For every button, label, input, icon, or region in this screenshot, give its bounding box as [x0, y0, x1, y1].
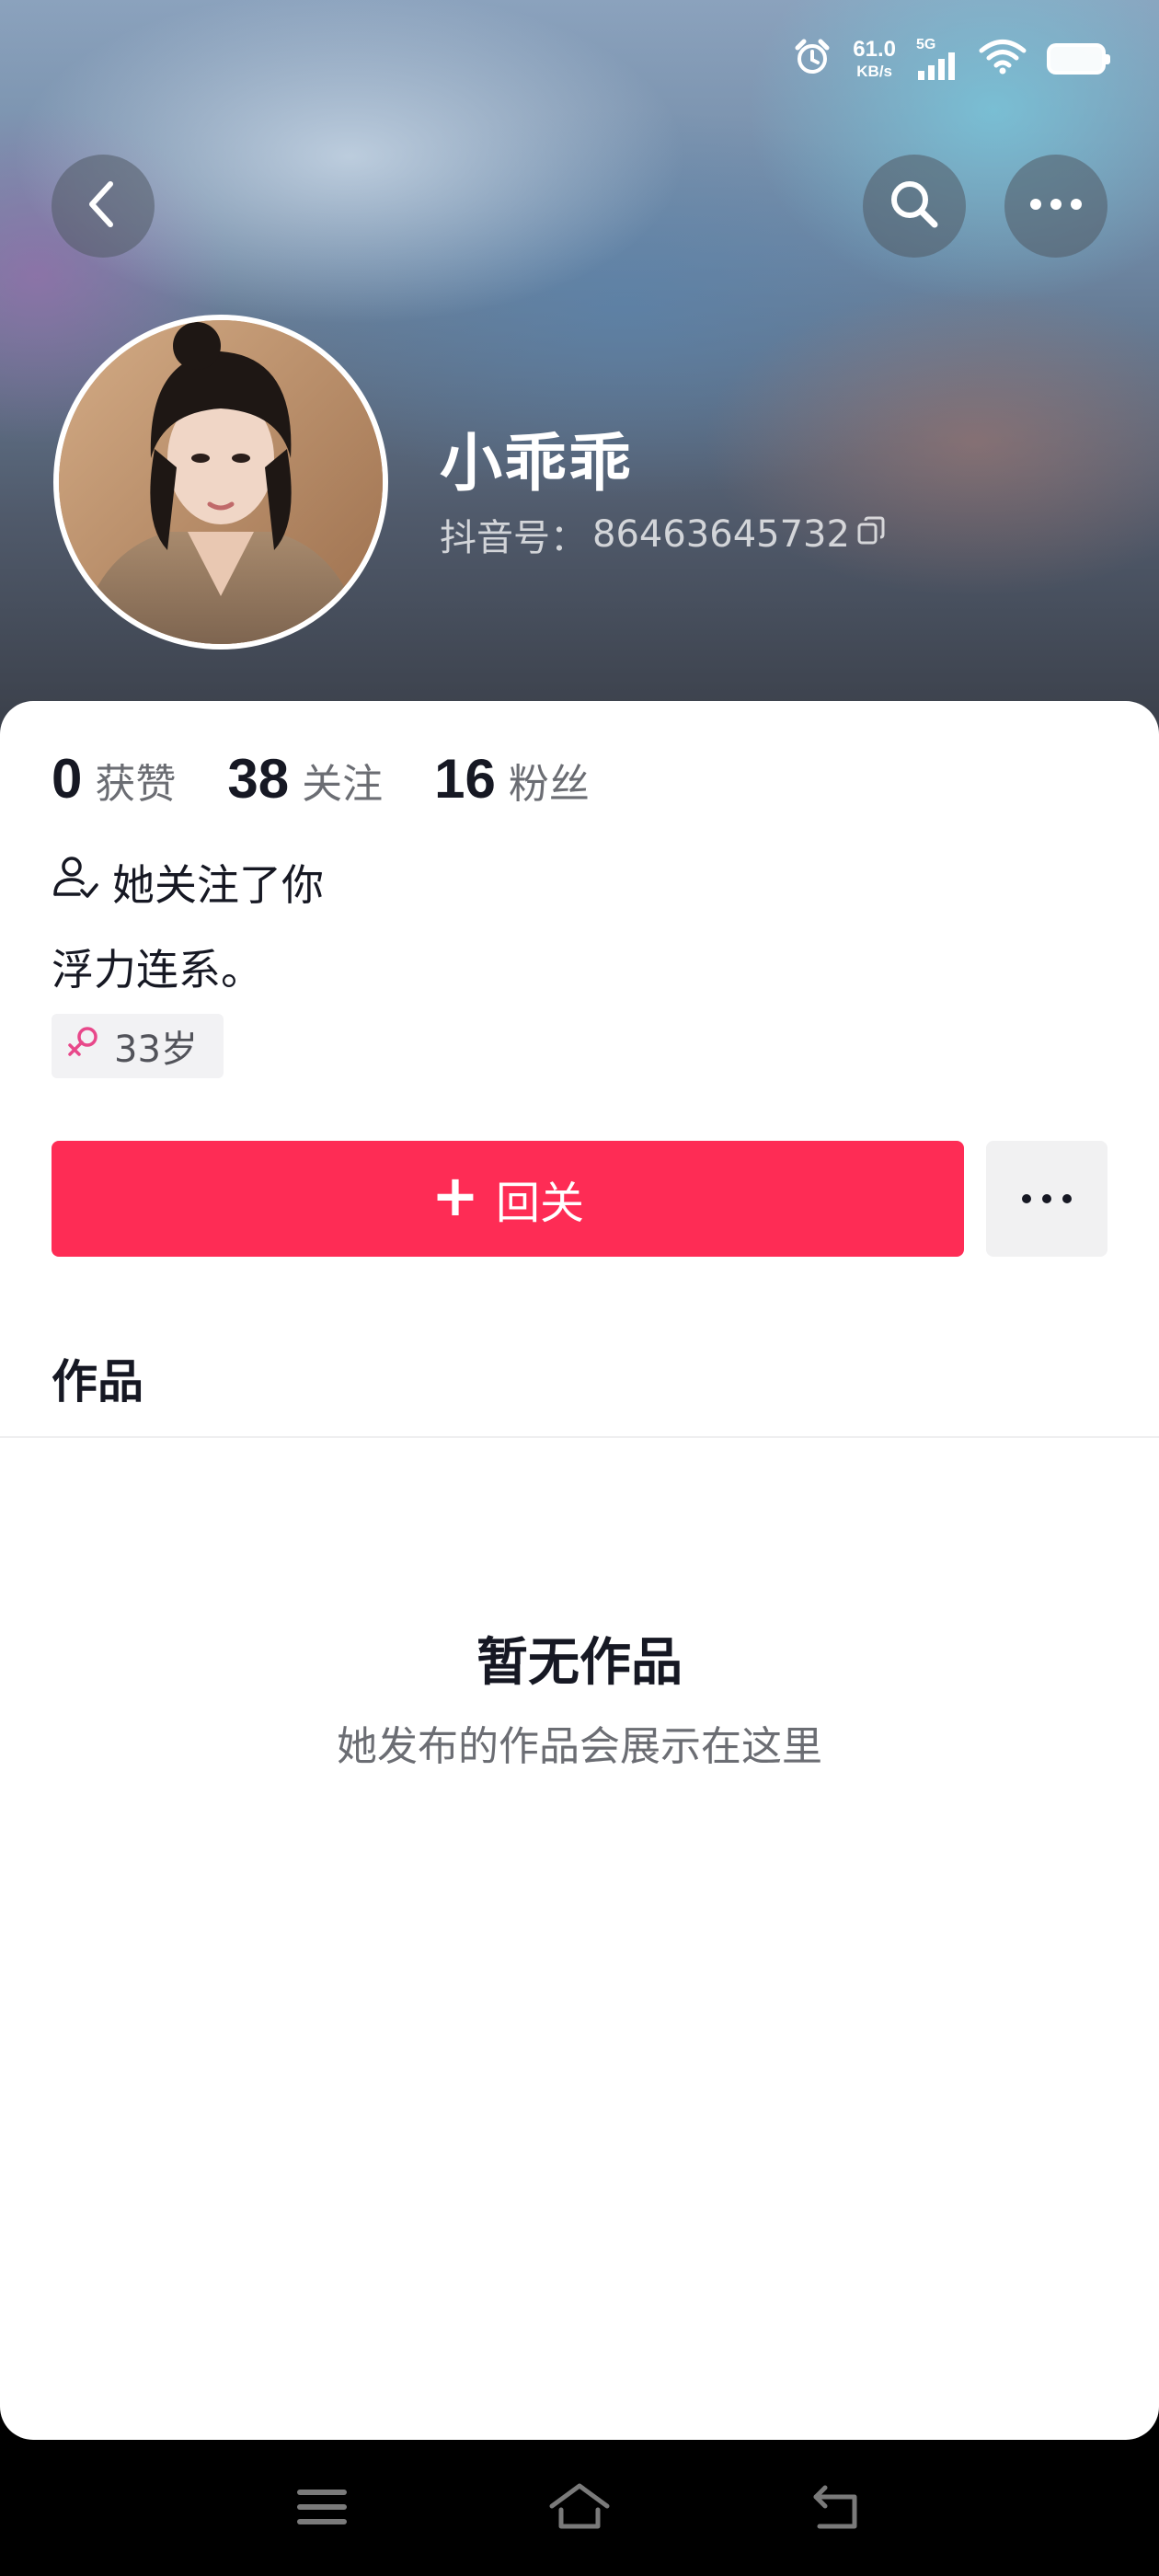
net-speed-unit: KB/s [856, 63, 892, 80]
empty-state-subtitle: 她发布的作品会展示在这里 [337, 1723, 822, 1770]
home-icon [548, 2482, 611, 2536]
douyin-id-value: 86463645732 [592, 513, 850, 556]
douyin-id-label: 抖音号： [440, 517, 587, 559]
plus-icon: + [431, 1162, 479, 1229]
network-type: 5G [916, 37, 936, 52]
more-horizontal-icon [1028, 197, 1084, 215]
age-text: 33岁 [114, 1029, 198, 1071]
stat-followers-count: 16 [434, 748, 496, 810]
nav-menu-button[interactable] [285, 2477, 359, 2541]
menu-icon [295, 2486, 349, 2532]
profile-banner: 61.0 KB/s 5G 小乖乖 抖音号： 86463645732 [0, 0, 1159, 736]
tab-works[interactable]: 作品 [52, 1345, 143, 1411]
age-tag: 33岁 [52, 1014, 224, 1078]
wifi-icon [979, 39, 1027, 79]
follows-you-note: 她关注了你 [52, 852, 324, 913]
system-nav-bar [0, 2440, 1159, 2576]
female-icon [64, 1023, 101, 1069]
copy-icon[interactable] [855, 513, 887, 556]
stat-followers-label: 粉丝 [508, 761, 590, 808]
user-check-icon [52, 854, 99, 912]
search-icon [887, 177, 942, 236]
profile-name: 小乖乖 [440, 428, 634, 500]
nav-home-button[interactable] [543, 2477, 616, 2541]
alarm-icon [792, 37, 832, 81]
more-actions-button[interactable] [986, 1141, 1107, 1257]
more-horizontal-icon [1019, 1190, 1074, 1208]
stat-likes[interactable]: 0 获赞 [52, 747, 176, 811]
empty-state-title: 暂无作品 [476, 1633, 683, 1693]
avatar[interactable] [53, 315, 388, 650]
stat-following[interactable]: 38 关注 [227, 747, 383, 811]
profile-stats: 0 获赞 38 关注 16 粉丝 [52, 747, 641, 811]
net-speed: 61.0 KB/s [853, 37, 896, 80]
tab-divider [0, 1436, 1159, 1438]
douyin-id[interactable]: 抖音号： 86463645732 [440, 508, 887, 561]
stat-following-count: 38 [227, 748, 290, 810]
follows-you-text: 她关注了你 [112, 860, 324, 910]
battery-icon [1047, 43, 1110, 75]
net-speed-value: 61.0 [853, 37, 896, 62]
status-bar: 61.0 KB/s 5G [792, 37, 1110, 81]
follow-back-label: 回关 [495, 1178, 584, 1229]
stat-followers[interactable]: 16 粉丝 [434, 747, 590, 811]
chevron-left-icon [83, 178, 123, 234]
profile-card: 0 获赞 38 关注 16 粉丝 她关注了你 浮力连系。 33岁 + 回关 作品… [0, 701, 1159, 2440]
stat-likes-label: 获赞 [95, 761, 177, 808]
signal-icon: 5G [916, 38, 958, 80]
search-button[interactable] [863, 155, 966, 258]
back-button[interactable] [52, 155, 155, 258]
bio-text: 浮力连系。 [52, 945, 263, 995]
more-options-button[interactable] [1004, 155, 1107, 258]
nav-back-button[interactable] [800, 2477, 874, 2541]
back-arrow-icon [810, 2482, 864, 2536]
follow-back-button[interactable]: + 回关 [52, 1141, 964, 1257]
stat-following-label: 关注 [302, 761, 384, 808]
stat-likes-count: 0 [52, 748, 83, 810]
